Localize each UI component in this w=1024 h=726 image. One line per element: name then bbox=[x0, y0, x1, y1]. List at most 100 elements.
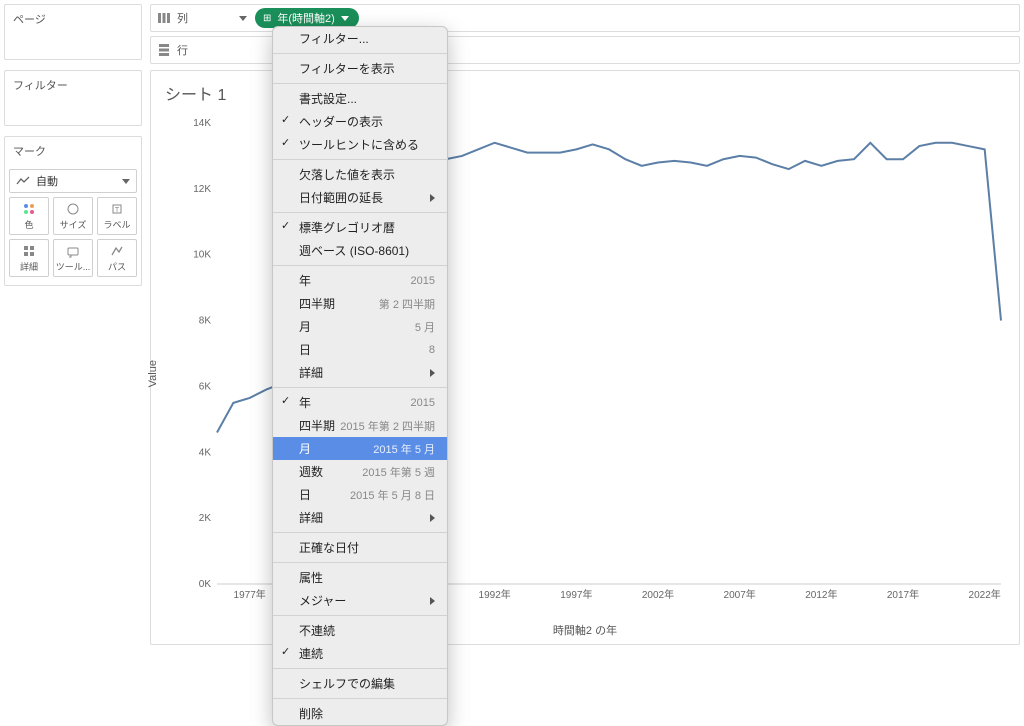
menu-label: 詳細 bbox=[299, 364, 323, 381]
menu-label: シェルフでの編集 bbox=[299, 675, 395, 692]
menu-value: 8 bbox=[429, 344, 435, 356]
menu-item-6[interactable]: ✓ツールヒントに含める bbox=[273, 133, 447, 156]
line-icon bbox=[16, 174, 30, 188]
marks-type-dropdown[interactable]: 自動 bbox=[9, 169, 137, 193]
menu-item-21[interactable]: 四半期2015 年第 2 四半期 bbox=[273, 414, 447, 437]
mark-icon bbox=[66, 202, 80, 216]
mark-label: 詳細 bbox=[20, 260, 38, 273]
svg-text:4K: 4K bbox=[199, 447, 212, 458]
mark-button-0[interactable]: 色 bbox=[9, 197, 49, 235]
menu-label: ヘッダーの表示 bbox=[299, 113, 383, 130]
menu-label: 週数 bbox=[299, 463, 323, 480]
menu-label: 連続 bbox=[299, 645, 323, 662]
mark-button-5[interactable]: パス bbox=[97, 239, 137, 277]
svg-text:T: T bbox=[115, 207, 120, 214]
svg-text:0K: 0K bbox=[199, 579, 212, 590]
menu-value: 2015 bbox=[411, 397, 435, 409]
mark-label: ラベル bbox=[103, 218, 130, 231]
menu-item-4[interactable]: 書式設定... bbox=[273, 87, 447, 110]
menu-label: 標準グレゴリオ暦 bbox=[299, 219, 395, 236]
filter-title: フィルター bbox=[5, 71, 141, 99]
menu-label: 書式設定... bbox=[299, 90, 357, 107]
menu-item-5[interactable]: ✓ ヘッダーの表示 bbox=[273, 110, 447, 133]
svg-text:12K: 12K bbox=[193, 184, 211, 195]
menu-item-17[interactable]: 日8 bbox=[273, 338, 447, 361]
menu-label: 不連続 bbox=[299, 622, 335, 639]
mark-button-1[interactable]: サイズ bbox=[53, 197, 93, 235]
svg-text:14K: 14K bbox=[193, 118, 211, 129]
menu-item-22[interactable]: 月 2015 年 5 月 bbox=[273, 437, 447, 460]
menu-item-35[interactable]: シェルフでの編集 bbox=[273, 672, 447, 695]
mark-label: パス bbox=[108, 260, 126, 273]
menu-item-16[interactable]: 月5 月 bbox=[273, 315, 447, 338]
menu-item-8[interactable]: 欠落した値を表示 bbox=[273, 163, 447, 186]
menu-label: 四半期 bbox=[299, 295, 335, 312]
submenu-arrow-icon bbox=[430, 194, 435, 202]
pages-panel: ページ bbox=[4, 4, 142, 60]
submenu-arrow-icon bbox=[430, 369, 435, 377]
menu-label: 削除 bbox=[299, 705, 323, 722]
columns-pill-year[interactable]: ⊞ 年(時間軸2) bbox=[255, 8, 359, 28]
menu-item-15[interactable]: 四半期 第 2 四半期 bbox=[273, 292, 447, 315]
menu-item-18[interactable]: 詳細 bbox=[273, 361, 447, 384]
menu-item-14[interactable]: 年2015 bbox=[273, 269, 447, 292]
check-icon: ✓ bbox=[281, 113, 290, 126]
mark-label: ツール... bbox=[56, 260, 91, 273]
svg-text:1977年: 1977年 bbox=[234, 588, 266, 601]
menu-item-23[interactable]: 週数2015 年第 5 週 bbox=[273, 460, 447, 483]
svg-text:8K: 8K bbox=[199, 316, 212, 327]
svg-text:2012年: 2012年 bbox=[805, 588, 837, 601]
menu-item-32[interactable]: 不連続 bbox=[273, 619, 447, 642]
mark-button-4[interactable]: ツール... bbox=[53, 239, 93, 277]
menu-item-11[interactable]: ✓ 標準グレゴリオ暦 bbox=[273, 216, 447, 239]
menu-item-12[interactable]: 週ベース (ISO-8601) bbox=[273, 239, 447, 262]
menu-item-33[interactable]: ✓連続 bbox=[273, 642, 447, 665]
menu-label: 年 bbox=[299, 394, 311, 411]
mark-icon bbox=[66, 244, 80, 258]
submenu-arrow-icon bbox=[430, 597, 435, 605]
marks-panel: マーク 自動 色サイズTラベル詳細ツール...パス bbox=[4, 136, 142, 286]
menu-item-24[interactable]: 日2015 年 5 月 8 日 bbox=[273, 483, 447, 506]
chevron-down-icon bbox=[122, 179, 130, 184]
menu-label: 月 bbox=[299, 440, 311, 457]
menu-value: 2015 bbox=[411, 275, 435, 287]
menu-label: メジャー bbox=[299, 592, 346, 609]
columns-label: 列 bbox=[177, 10, 188, 26]
pages-title: ページ bbox=[5, 5, 141, 33]
menu-value: 第 2 四半期 bbox=[379, 296, 435, 312]
mark-icon bbox=[22, 244, 36, 258]
menu-item-27[interactable]: 正確な日付 bbox=[273, 536, 447, 559]
svg-text:6K: 6K bbox=[199, 381, 212, 392]
menu-label: 欠落した値を表示 bbox=[299, 166, 395, 183]
mark-button-3[interactable]: 詳細 bbox=[9, 239, 49, 277]
menu-label: 属性 bbox=[299, 569, 323, 586]
x-axis-label: 時間軸2 の年 bbox=[553, 622, 617, 638]
menu-item-29[interactable]: 属性 bbox=[273, 566, 447, 589]
mark-button-2[interactable]: T ラベル bbox=[97, 197, 137, 235]
menu-item-0[interactable]: フィルター... bbox=[273, 27, 447, 50]
mark-icon bbox=[22, 202, 36, 216]
svg-text:1992年: 1992年 bbox=[479, 588, 511, 601]
check-icon: ✓ bbox=[281, 219, 290, 232]
pill-label: 年(時間軸2) bbox=[277, 10, 334, 26]
rows-icon bbox=[157, 43, 171, 57]
menu-item-37[interactable]: 削除 bbox=[273, 702, 447, 725]
menu-item-25[interactable]: 詳細 bbox=[273, 506, 447, 529]
menu-item-2[interactable]: フィルターを表示 bbox=[273, 57, 447, 80]
svg-text:2002年: 2002年 bbox=[642, 588, 674, 601]
menu-label: 日付範囲の延長 bbox=[299, 189, 383, 206]
svg-text:2007年: 2007年 bbox=[724, 588, 756, 601]
menu-item-30[interactable]: メジャー bbox=[273, 589, 447, 612]
pill-context-menu[interactable]: フィルター...フィルターを表示書式設定...✓ヘッダーの表示✓ツールヒントに含… bbox=[272, 26, 448, 726]
menu-label: ツールヒントに含める bbox=[299, 136, 419, 153]
menu-label: 日 bbox=[299, 341, 311, 358]
svg-text:2K: 2K bbox=[199, 513, 212, 524]
menu-label: 詳細 bbox=[299, 509, 323, 526]
y-axis-label: Value bbox=[147, 360, 159, 387]
svg-text:2022年: 2022年 bbox=[969, 588, 1001, 601]
menu-item-20[interactable]: ✓年2015 bbox=[273, 391, 447, 414]
menu-item-9[interactable]: 日付範囲の延長 bbox=[273, 186, 447, 209]
chevron-down-icon bbox=[239, 16, 247, 21]
menu-value: 2015 年 5 月 bbox=[373, 441, 435, 457]
rows-label: 行 bbox=[177, 42, 188, 58]
